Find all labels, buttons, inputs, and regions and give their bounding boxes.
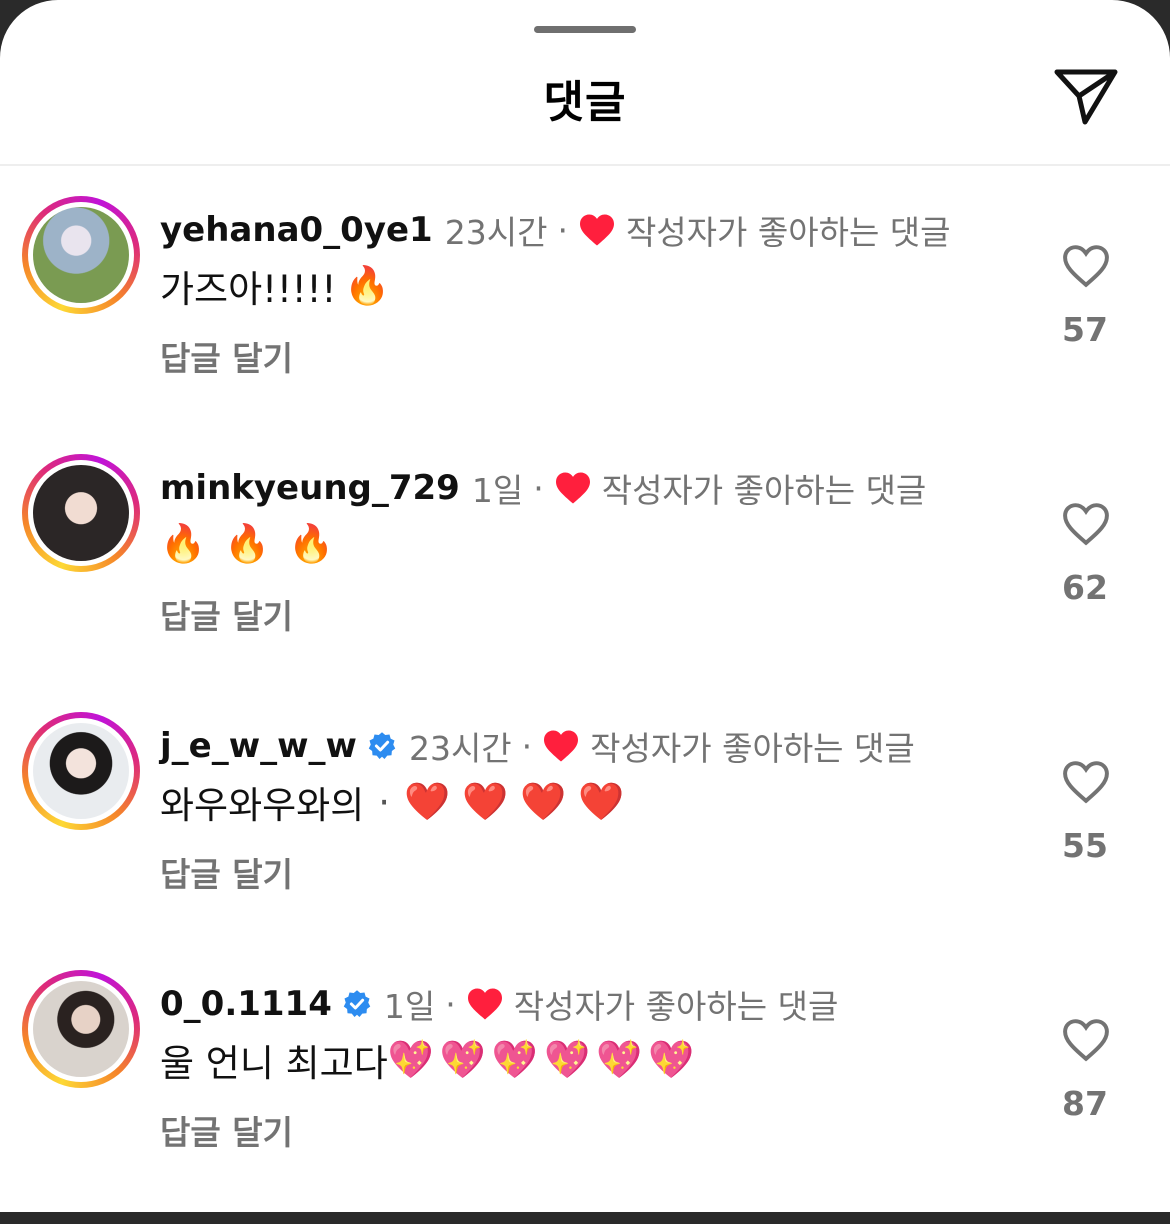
- fire-emoji-icon: 🔥: [160, 522, 207, 565]
- meta-separator: ·: [533, 468, 544, 508]
- sparkling-heart-emoji-icon: 💖: [544, 1038, 591, 1081]
- avatar[interactable]: [22, 454, 140, 572]
- emoji-row: ❤️ ❤️ ❤️ ❤️: [404, 780, 624, 824]
- emoji-row: 💖 💖 💖 💖 💖 💖: [388, 1038, 694, 1082]
- comment-time: 23시간: [444, 213, 548, 252]
- sparkling-heart-emoji-icon: 💖: [596, 1038, 643, 1081]
- emoji-row: 🔥 🔥 🔥: [160, 522, 334, 566]
- comment-text: 🔥 🔥 🔥: [160, 514, 334, 574]
- red-heart-emoji-icon: ❤️: [462, 780, 509, 823]
- header-divider: [0, 164, 1170, 166]
- fire-emoji-icon: 🔥: [288, 522, 335, 565]
- sheet-grabber[interactable]: [534, 26, 636, 33]
- comment-meta: 0_0.1114 1일 · 작성자가 좋아하는 댓글: [160, 984, 838, 1026]
- like-button[interactable]: [1056, 1014, 1116, 1070]
- comment-text-content: 울 언니 최고다: [160, 1042, 388, 1085]
- meta-separator: ·: [521, 726, 533, 766]
- fire-emoji-icon: 🔥: [224, 522, 271, 565]
- verified-badge-icon: [342, 989, 372, 1019]
- reply-button[interactable]: 답글 달기: [160, 1106, 293, 1154]
- fire-emoji: 🔥: [344, 264, 390, 308]
- like-button[interactable]: [1056, 756, 1116, 812]
- creator-liked-heart-icon: [578, 213, 616, 247]
- paper-plane-icon: [1053, 66, 1119, 130]
- creator-liked-heart-icon: [466, 987, 504, 1021]
- creator-liked-heart-icon: [554, 471, 592, 505]
- comment-text: 울 언니 최고다 💖 💖 💖 💖 💖 💖: [160, 1030, 694, 1090]
- creator-liked-label: 작성자가 좋아하는 댓글: [590, 729, 915, 768]
- comment-time: 1일: [383, 987, 436, 1026]
- like-count: 57: [1062, 310, 1108, 349]
- text-separator: ·: [378, 780, 391, 824]
- sparkling-heart-emoji-icon: 💖: [387, 1038, 434, 1081]
- comment-meta: j_e_w_w_w 23시간 · 작성자가 좋아하는 댓글: [160, 726, 915, 768]
- sparkling-heart-emoji-icon: 💖: [648, 1038, 695, 1081]
- reply-button[interactable]: 답글 달기: [160, 848, 293, 896]
- username[interactable]: 0_0.1114: [160, 984, 332, 1024]
- comment-text: 와우와우와의 · ❤️ ❤️ ❤️ ❤️: [160, 772, 624, 832]
- heart-outline-icon: [1060, 501, 1112, 551]
- comment-meta: minkyeung_729 1일 · 작성자가 좋아하는 댓글: [160, 468, 926, 510]
- avatar[interactable]: [22, 712, 140, 830]
- comment-text: 가즈아!!!!! 🔥: [160, 256, 390, 316]
- username[interactable]: j_e_w_w_w: [160, 726, 357, 766]
- creator-liked-heart-icon: [542, 729, 580, 763]
- fire-emoji-icon: 🔥: [344, 264, 391, 307]
- comment-text-content: 와우와우와의: [160, 784, 365, 827]
- verified-badge-icon: [367, 731, 397, 761]
- meta-separator: ·: [445, 984, 456, 1024]
- sheet-title: 댓글: [543, 77, 627, 128]
- username[interactable]: yehana0_0ye1: [160, 210, 433, 250]
- sparkling-heart-emoji-icon: 💖: [491, 1038, 538, 1081]
- like-button[interactable]: [1056, 240, 1116, 296]
- heart-outline-icon: [1060, 1017, 1112, 1067]
- red-heart-emoji-icon: ❤️: [404, 780, 451, 823]
- reply-button[interactable]: 답글 달기: [160, 332, 293, 380]
- comment-meta: yehana0_0ye1 23시간 · 작성자가 좋아하는 댓글: [160, 210, 951, 252]
- comments-sheet: 댓글 yehana0_0ye1 23시간 · 작성자가 좋아하는 댓글 가즈아!…: [0, 0, 1170, 1212]
- comment-text-content: 가즈아!!!!!: [160, 268, 337, 311]
- comment-time: 1일: [471, 471, 524, 510]
- comment-item: minkyeung_729 1일 · 작성자가 좋아하는 댓글 🔥 🔥 🔥 답글…: [0, 454, 1170, 708]
- heart-outline-icon: [1060, 759, 1112, 809]
- like-count: 87: [1062, 1084, 1108, 1123]
- like-count: 62: [1062, 568, 1108, 607]
- comment-item: j_e_w_w_w 23시간 · 작성자가 좋아하는 댓글 와우와우와의 · ❤…: [0, 712, 1170, 966]
- meta-separator: ·: [557, 210, 568, 250]
- reply-button[interactable]: 답글 달기: [160, 590, 293, 638]
- red-heart-emoji-icon: ❤️: [520, 780, 567, 823]
- avatar[interactable]: [22, 970, 140, 1088]
- red-heart-emoji-icon: ❤️: [578, 780, 625, 823]
- avatar[interactable]: [22, 196, 140, 314]
- creator-liked-label: 작성자가 좋아하는 댓글: [625, 213, 951, 252]
- creator-liked-label: 작성자가 좋아하는 댓글: [601, 471, 927, 510]
- heart-outline-icon: [1060, 243, 1112, 293]
- like-count: 55: [1062, 826, 1108, 865]
- comment-item: yehana0_0ye1 23시간 · 작성자가 좋아하는 댓글 가즈아!!!!…: [0, 196, 1170, 450]
- creator-liked-label: 작성자가 좋아하는 댓글: [513, 987, 839, 1026]
- like-button[interactable]: [1056, 498, 1116, 554]
- sparkling-heart-emoji-icon: 💖: [439, 1038, 486, 1081]
- comment-time: 23시간: [408, 729, 512, 768]
- share-button[interactable]: [1046, 62, 1126, 134]
- comment-item: 0_0.1114 1일 · 작성자가 좋아하는 댓글 울 언니 최고다 💖 💖 …: [0, 970, 1170, 1224]
- username[interactable]: minkyeung_729: [160, 468, 460, 508]
